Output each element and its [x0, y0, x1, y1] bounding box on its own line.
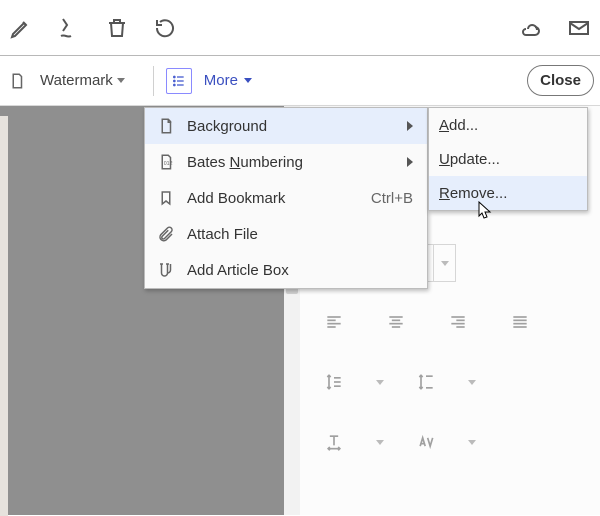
- chevron-down-icon: [441, 261, 449, 266]
- more-label: More: [204, 72, 238, 89]
- menu-item-bates-numbering[interactable]: 012 Bates Numbering: [145, 144, 427, 180]
- horizontal-scale-icon[interactable]: [314, 422, 354, 462]
- page-icon: [155, 115, 177, 137]
- menu-item-background[interactable]: Background: [145, 108, 427, 144]
- top-toolbar: [0, 0, 600, 56]
- menu-item-label: Add Article Box: [187, 262, 413, 279]
- menu-item-label: Remove...: [439, 185, 573, 202]
- chevron-down-icon[interactable]: [376, 380, 384, 385]
- align-justify-icon[interactable]: [500, 302, 540, 342]
- menu-item-attach-file[interactable]: Attach File: [145, 216, 427, 252]
- align-left-icon[interactable]: [314, 302, 354, 342]
- bookmark-icon: [155, 187, 177, 209]
- watermark-dropdown[interactable]: Watermark: [34, 68, 131, 93]
- submenu-item-add[interactable]: Add...: [429, 108, 587, 142]
- rotate-icon[interactable]: [150, 13, 180, 43]
- align-right-icon[interactable]: [438, 302, 478, 342]
- menu-item-label: Add...: [439, 117, 573, 134]
- chevron-right-icon: [407, 121, 413, 131]
- menu-item-label: Add Bookmark: [187, 190, 341, 207]
- link-cloud-icon[interactable]: [516, 13, 546, 43]
- character-spacing-icon[interactable]: [406, 422, 446, 462]
- chevron-down-icon: [117, 78, 125, 83]
- trash-icon[interactable]: [102, 13, 132, 43]
- menu-item-label: Update...: [439, 151, 573, 168]
- menu-item-label: Attach File: [187, 226, 413, 243]
- attach-icon: [155, 223, 177, 245]
- svg-text:012: 012: [164, 161, 173, 167]
- menu-item-add-article-box[interactable]: Add Article Box: [145, 252, 427, 288]
- chevron-down-icon[interactable]: [376, 440, 384, 445]
- watermark-label: Watermark: [40, 72, 113, 89]
- close-button[interactable]: Close: [527, 65, 594, 96]
- pencil-icon[interactable]: [6, 13, 36, 43]
- submenu-item-update[interactable]: Update...: [429, 142, 587, 176]
- article-icon: [155, 259, 177, 281]
- menu-item-label: Background: [187, 118, 377, 135]
- close-label: Close: [540, 72, 581, 89]
- chevron-right-icon: [407, 157, 413, 167]
- document-page: [0, 116, 8, 516]
- menu-item-shortcut: Ctrl+B: [371, 190, 413, 207]
- align-center-icon[interactable]: [376, 302, 416, 342]
- bates-icon: 012: [155, 151, 177, 173]
- submenu-item-remove[interactable]: Remove...: [429, 176, 587, 210]
- menu-item-label: Bates Numbering: [187, 154, 377, 171]
- sub-toolbar: Watermark More Close: [0, 56, 600, 106]
- signature-icon[interactable]: [54, 13, 84, 43]
- more-menu: Background 012 Bates Numbering Add Bookmark…: [144, 107, 428, 289]
- line-spacing-icon[interactable]: [314, 362, 354, 402]
- envelope-icon[interactable]: [564, 13, 594, 43]
- paragraph-spacing-icon[interactable]: [406, 362, 446, 402]
- divider: [153, 66, 154, 96]
- chevron-down-icon[interactable]: [468, 440, 476, 445]
- menu-item-add-bookmark[interactable]: Add Bookmark Ctrl+B: [145, 180, 427, 216]
- page-icon[interactable]: [6, 70, 28, 92]
- chevron-down-icon[interactable]: [468, 380, 476, 385]
- more-dropdown[interactable]: More: [198, 68, 258, 93]
- background-submenu: Add... Update... Remove...: [428, 107, 588, 211]
- list-view-icon[interactable]: [166, 68, 192, 94]
- chevron-down-icon: [244, 78, 252, 83]
